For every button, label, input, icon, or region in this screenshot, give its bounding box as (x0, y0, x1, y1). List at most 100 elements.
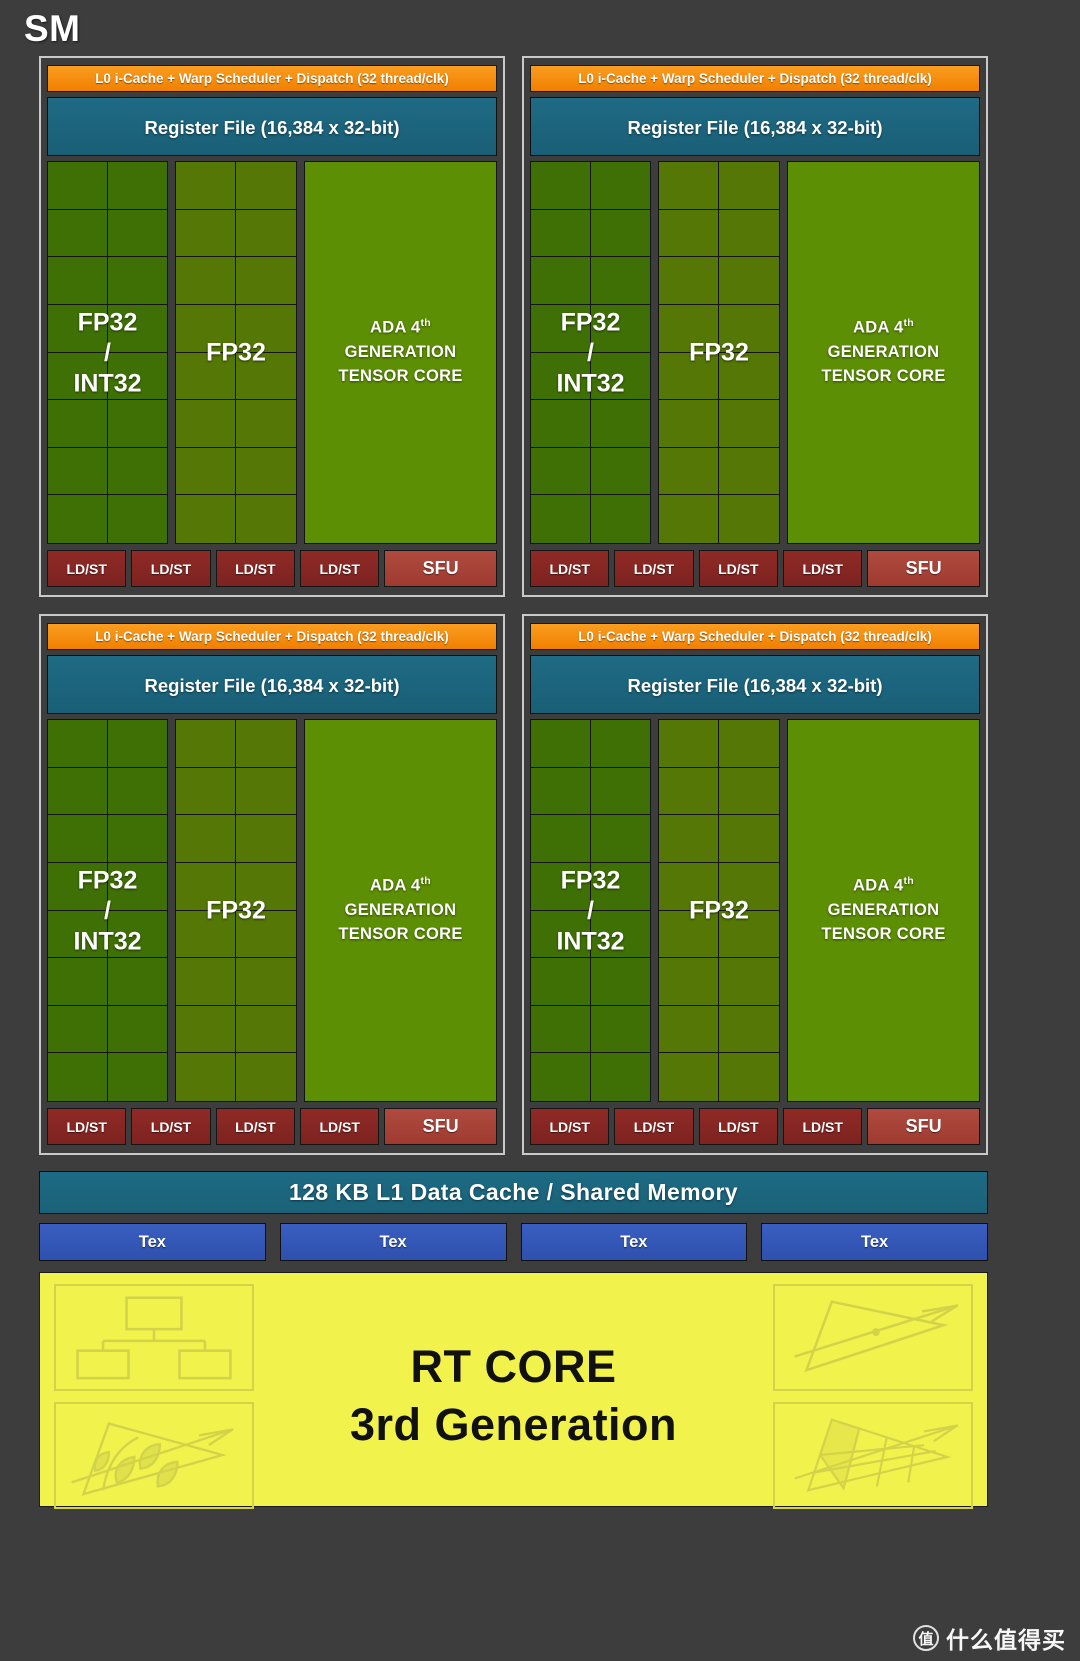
fp32-int32-core-cell (48, 1053, 108, 1101)
fp32-core-cell (659, 1053, 719, 1101)
rt-core-block: RT CORE 3rd Generation (39, 1272, 988, 1509)
core-array-area: FP32/INT32 FP32 ADA 4th GENERATION TENSOR CO… (530, 161, 980, 544)
fp32-core-cell (719, 1053, 779, 1101)
fp32-core-grid: FP32 (175, 719, 297, 1102)
fp32-core-cell (236, 910, 296, 959)
tensor-core-block: ADA 4th GENERATION TENSOR CORE (304, 719, 497, 1102)
fp32-int32-core-cell (48, 910, 108, 959)
fp32-core-cell (176, 767, 236, 816)
rt-core-label: RT CORE 3rd Generation (350, 1341, 677, 1451)
fp32-int32-core-cell (48, 958, 108, 1006)
ld-st-unit: LD/ST (698, 1108, 778, 1145)
fp32-int32-core-cell (48, 767, 108, 816)
fp32-int32-core-cell (590, 767, 650, 816)
partition-bottom-right: L0 i-Cache + Warp Scheduler + Dispatch (… (522, 614, 988, 1155)
fp32-int32-core-cell (107, 352, 167, 401)
tensor-core-gen-text: ADA 4 (853, 318, 904, 337)
fp32-int32-core-cell (107, 1005, 167, 1054)
tensor-core-gen-text: ADA 4 (853, 876, 904, 895)
sfu-unit: SFU (867, 550, 980, 587)
fp32-core-cell (719, 352, 779, 401)
fp32-int32-core-cell (590, 1005, 650, 1054)
sfu-unit: SFU (384, 550, 497, 587)
fp32-core-cell (176, 400, 236, 448)
triangle-mesh-icon (773, 1401, 973, 1509)
fp32-core-cell (236, 162, 296, 210)
partition-top-right: L0 i-Cache + Warp Scheduler + Dispatch (… (522, 56, 988, 597)
fp32-int32-core-cell (531, 720, 591, 768)
fp32-int32-core-grid: FP32/INT32 (47, 161, 168, 544)
fp32-core-cell (236, 958, 296, 1006)
fp32-int32-core-cell (531, 767, 591, 816)
ld-st-unit: LD/ST (698, 550, 778, 587)
fp32-int32-core-cell (107, 720, 167, 768)
fp32-core-cell (176, 162, 236, 210)
fp32-int32-core-cell (531, 209, 591, 258)
watermark-badge: 值 (913, 1625, 939, 1651)
fp32-int32-core-cell (107, 162, 167, 210)
ld-st-unit: LD/ST (614, 1108, 694, 1145)
fp32-int32-core-cell (531, 400, 591, 448)
fp32-core-cell (719, 910, 779, 959)
fp32-core-cell (659, 304, 719, 353)
tensor-core-label: ADA 4th GENERATION TENSOR CORE (821, 874, 945, 946)
fp32-core-cell (176, 1005, 236, 1054)
fp32-int32-core-cell (107, 958, 167, 1006)
fp32-int32-core-cell (107, 862, 167, 911)
fp32-int32-core-cell (48, 862, 108, 911)
tensor-core-line-3: TENSOR CORE (338, 366, 463, 385)
fp32-core-cell (659, 209, 719, 258)
fp32-core-cell (236, 720, 296, 768)
fp32-int32-core-cell (48, 1005, 108, 1054)
fp32-core-cell (236, 1053, 296, 1101)
fp32-core-cell (236, 209, 296, 258)
ld-st-unit: LD/ST (47, 1108, 127, 1145)
tensor-core-line-1: ADA 4th (821, 316, 945, 340)
fp32-core-cell (659, 257, 719, 305)
fp32-int32-core-cell (48, 495, 108, 543)
fp32-core-cell (236, 352, 296, 401)
tensor-core-line-2: GENERATION (827, 900, 940, 919)
warp-scheduler-dispatch-bar: L0 i-Cache + Warp Scheduler + Dispatch (… (530, 623, 980, 650)
fp32-int32-core-grid: FP32/INT32 (530, 719, 651, 1102)
fp32-core-cell (719, 862, 779, 911)
fp32-int32-core-cell (590, 958, 650, 1006)
fp32-int32-core-cell (531, 1053, 591, 1101)
fp32-core-cell (236, 447, 296, 496)
fp32-core-cell (719, 1005, 779, 1054)
fp32-int32-core-cell (48, 162, 108, 210)
fp32-core-cell (176, 1053, 236, 1101)
watermark-text: 什么值得买 (946, 1628, 1066, 1654)
fp32-core-cell (236, 815, 296, 863)
fp32-int32-core-cell (531, 815, 591, 863)
tensor-core-line-3: TENSOR CORE (338, 924, 463, 943)
ld-st-unit: LD/ST (783, 1108, 863, 1145)
fp32-int32-core-grid: FP32/INT32 (530, 161, 651, 544)
ld-st-unit: LD/ST (215, 1108, 295, 1145)
core-array-area: FP32/INT32 FP32 ADA 4th GENERATION TENSOR CO… (47, 719, 497, 1102)
tensor-core-line-1: ADA 4th (338, 316, 462, 340)
fp32-int32-core-cell (590, 400, 650, 448)
fp32-core-cell (719, 958, 779, 1006)
ld-st-unit: LD/ST (783, 550, 863, 587)
fp32-core-cell (659, 910, 719, 959)
fp32-int32-core-cell (531, 495, 591, 543)
tensor-core-ordinal-suffix: th (420, 875, 431, 888)
rt-core-generation: 3rd Generation (349, 1399, 678, 1451)
warp-scheduler-dispatch-bar: L0 i-Cache + Warp Scheduler + Dispatch (… (47, 623, 497, 650)
fp32-int32-core-cell (107, 257, 167, 305)
register-file-block: Register File (16,384 x 32-bit) (530, 97, 980, 156)
fp32-core-cell (719, 495, 779, 543)
fp32-int32-core-cell (590, 352, 650, 401)
fp32-core-cell (176, 304, 236, 353)
fp32-core-cell (236, 767, 296, 816)
fp32-core-cell (719, 304, 779, 353)
fp32-core-cell (719, 400, 779, 448)
fp32-core-cell (719, 209, 779, 258)
fp32-int32-core-cell (590, 910, 650, 959)
tensor-core-label: ADA 4th GENERATION TENSOR CORE (338, 874, 462, 946)
sm-body: L0 i-Cache + Warp Scheduler + Dispatch (… (22, 56, 1005, 1631)
partition-top-left: L0 i-Cache + Warp Scheduler + Dispatch (… (39, 56, 505, 597)
fp32-int32-core-cell (590, 304, 650, 353)
load-store-sfu-row: LD/ST LD/ST LD/ST LD/ST SFU (47, 550, 497, 587)
